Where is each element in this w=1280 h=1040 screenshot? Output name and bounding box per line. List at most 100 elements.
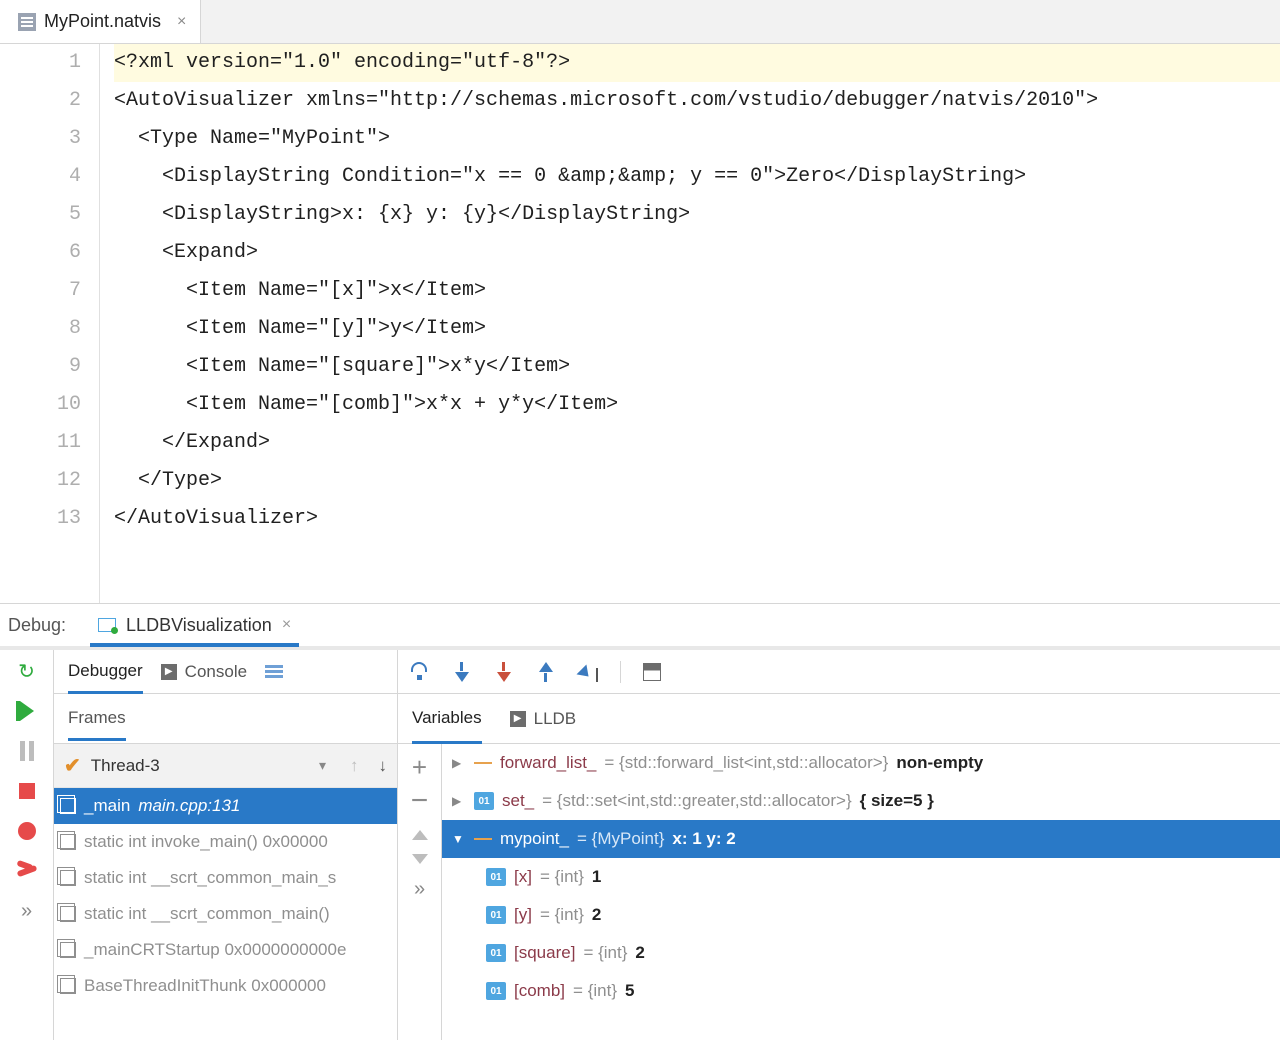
chevron-down-icon: ▾: [319, 757, 326, 774]
stack-frame[interactable]: _mainCRTStartup 0x0000000000e: [54, 932, 397, 968]
tab-debugger[interactable]: Debugger: [68, 650, 143, 694]
stack-frame[interactable]: static int invoke_main() 0x00000: [54, 824, 397, 860]
frame-name: static int __scrt_common_main(): [84, 904, 330, 924]
frames-header: Frames: [54, 694, 397, 744]
frame-name: _main: [84, 796, 130, 816]
var-type: = {std::forward_list<int,std::allocator>…: [604, 753, 888, 773]
variables-sub-tabs: Variables ▶ LLDB: [398, 694, 1280, 744]
mute-breakpoints-icon[interactable]: [16, 860, 38, 882]
code-editor[interactable]: 1 2 3 4 5 6 7 8 9 10 11 12 13 <?xml vers…: [0, 44, 1280, 604]
var-name: [y]: [514, 905, 532, 925]
code-line: <DisplayString Condition="x == 0 &amp;&a…: [114, 158, 1280, 196]
force-step-into-icon[interactable]: [494, 662, 514, 682]
frames-panel: Debugger ▶ Console Frames ✔ Thread-3 ▾ ↑…: [54, 650, 398, 1040]
variable-row[interactable]: 01 [square] = {int} 2: [442, 934, 1280, 972]
arrow-down-icon[interactable]: ↓: [379, 756, 388, 776]
code-line: </Type>: [114, 462, 1280, 500]
pause-icon[interactable]: [16, 740, 38, 762]
tab-label: Console: [185, 662, 247, 682]
debug-panel: ↻ » Debugger ▶ Console Frames ✔ Thread-3…: [0, 650, 1280, 1040]
variable-row[interactable]: ▼ mypoint_ = {MyPoint} x: 1 y: 2: [442, 820, 1280, 858]
remove-watch-icon[interactable]: −: [411, 786, 429, 816]
debug-label: Debug:: [8, 615, 66, 636]
stack-frame[interactable]: _main main.cpp:131: [54, 788, 397, 824]
variable-row[interactable]: ▶ 01 set_ = {std::set<int,std::greater,s…: [442, 782, 1280, 820]
run-to-cursor-icon[interactable]: [578, 662, 598, 682]
step-out-icon[interactable]: [536, 662, 556, 682]
var-value: x: 1 y: 2: [672, 829, 735, 849]
code-line: <Item Name="[square]">x*y</Item>: [114, 348, 1280, 386]
var-name: mypoint_: [500, 829, 569, 849]
stack-frame[interactable]: static int __scrt_common_main(): [54, 896, 397, 932]
evaluate-expression-icon[interactable]: [643, 663, 661, 681]
code-line: <DisplayString>x: {x} y: {y}</DisplayStr…: [114, 196, 1280, 234]
file-icon: [18, 13, 36, 31]
frame-name: static int invoke_main() 0x00000: [84, 832, 328, 852]
tab-lldb[interactable]: ▶ LLDB: [510, 709, 577, 729]
stop-icon[interactable]: [16, 780, 38, 802]
value-icon: 01: [486, 944, 506, 962]
rerun-icon[interactable]: ↻: [16, 660, 38, 682]
variable-row[interactable]: ▶ forward_list_ = {std::forward_list<int…: [442, 744, 1280, 782]
variable-tree: ▶ forward_list_ = {std::forward_list<int…: [442, 744, 1280, 1040]
var-name: [x]: [514, 867, 532, 887]
run-config-icon: [98, 618, 116, 632]
frames-label: Frames: [68, 708, 126, 741]
chevron-down-icon[interactable]: ▼: [452, 832, 466, 846]
line-number: 2: [0, 82, 81, 120]
file-tab[interactable]: MyPoint.natvis ×: [0, 0, 201, 43]
line-number: 6: [0, 234, 81, 272]
line-number: 5: [0, 196, 81, 234]
step-into-icon[interactable]: [452, 662, 472, 682]
var-type: = {int}: [540, 905, 584, 925]
add-watch-icon[interactable]: +: [412, 754, 427, 780]
separator: [620, 661, 621, 683]
threads-icon[interactable]: [265, 663, 283, 680]
tab-console[interactable]: ▶ Console: [161, 662, 247, 682]
debugger-sub-tabs: Debugger ▶ Console: [54, 650, 397, 694]
variable-row[interactable]: 01 [y] = {int} 2: [442, 896, 1280, 934]
chevron-right-icon[interactable]: ▶: [452, 794, 466, 808]
var-value: 2: [592, 905, 601, 925]
breakpoints-icon[interactable]: [16, 820, 38, 842]
move-up-icon[interactable]: [412, 830, 428, 840]
frame-list: _main main.cpp:131 static int invoke_mai…: [54, 788, 397, 1040]
variable-row[interactable]: 01 [comb] = {int} 5: [442, 972, 1280, 1010]
code-line: </AutoVisualizer>: [114, 500, 1280, 538]
code-line: <Item Name="[y]">y</Item>: [114, 310, 1280, 348]
line-number: 1: [0, 44, 81, 82]
frame-name: BaseThreadInitThunk 0x000000: [84, 976, 326, 996]
chevron-right-icon[interactable]: ▶: [452, 756, 466, 770]
code-line: <?xml version="1.0" encoding="utf-8"?>: [114, 44, 1280, 82]
run-config-name: LLDBVisualization: [126, 615, 272, 636]
stack-frame[interactable]: BaseThreadInitThunk 0x000000: [54, 968, 397, 1004]
line-number: 10: [0, 386, 81, 424]
tab-label: Variables: [412, 708, 482, 728]
code-line: <Item Name="[comb]">x*x + y*y</Item>: [114, 386, 1280, 424]
variable-row[interactable]: 01 [x] = {int} 1: [442, 858, 1280, 896]
step-over-icon[interactable]: [410, 662, 430, 682]
arrow-up-icon[interactable]: ↑: [350, 756, 359, 776]
var-value: { size=5 }: [860, 791, 934, 811]
line-number: 3: [0, 120, 81, 158]
file-tab-name: MyPoint.natvis: [44, 11, 161, 32]
frame-location: main.cpp:131: [138, 796, 240, 816]
value-icon: 01: [486, 868, 506, 886]
list-icon: [474, 830, 492, 848]
more-icon[interactable]: »: [414, 878, 425, 901]
stack-frame[interactable]: static int __scrt_common_main_s: [54, 860, 397, 896]
move-down-icon[interactable]: [412, 854, 428, 864]
check-icon: ✔: [64, 753, 81, 778]
frame-icon: [60, 798, 76, 814]
frame-icon: [60, 906, 76, 922]
resume-icon[interactable]: [16, 700, 38, 722]
run-config-tab[interactable]: LLDBVisualization ×: [90, 607, 299, 647]
close-icon[interactable]: ×: [282, 616, 291, 634]
close-icon[interactable]: ×: [177, 13, 186, 31]
var-type: = {int}: [583, 943, 627, 963]
thread-selector[interactable]: ✔ Thread-3 ▾ ↑ ↓: [54, 744, 397, 788]
var-value: 1: [592, 867, 601, 887]
code-content[interactable]: <?xml version="1.0" encoding="utf-8"?> <…: [100, 44, 1280, 603]
more-icon[interactable]: »: [16, 900, 38, 922]
tab-variables[interactable]: Variables: [412, 694, 482, 744]
